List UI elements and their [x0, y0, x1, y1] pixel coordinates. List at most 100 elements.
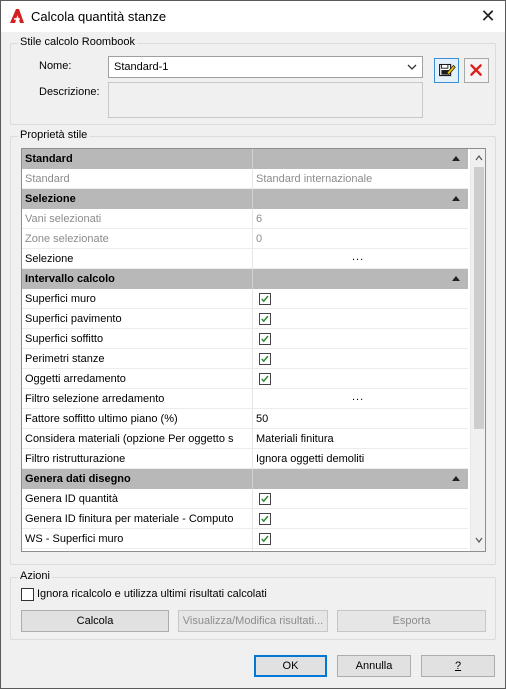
property-name: Fattore soffitto ultimo piano (%): [25, 413, 178, 425]
grid-category-row[interactable]: Genera dati disegno: [22, 469, 468, 489]
grid-property-row[interactable]: Genera ID quantità: [22, 489, 468, 509]
column-divider: [252, 269, 253, 289]
grid-property-row[interactable]: Superfici muro: [22, 289, 468, 309]
props-group-legend: Proprietà stile: [18, 129, 90, 141]
actions-group-legend: Azioni: [18, 570, 52, 582]
ok-button[interactable]: OK: [254, 655, 327, 677]
view-edit-results-button[interactable]: Visualizza/Modifica risultati...: [178, 610, 328, 632]
save-edit-icon: [439, 63, 456, 77]
column-divider: [252, 309, 253, 329]
property-checkbox[interactable]: [259, 373, 271, 385]
title-bar: Calcola quantità stanze ✕: [1, 1, 505, 32]
category-label: Standard: [25, 153, 73, 165]
grid-property-row[interactable]: Filtro selezione arredamento...: [22, 389, 468, 409]
ignore-recalc-label[interactable]: Ignora ricalcolo e utilizza ultimi risul…: [37, 588, 267, 600]
grid-category-row[interactable]: Selezione: [22, 189, 468, 209]
help-label: ?: [454, 660, 462, 672]
calculate-button[interactable]: Calcola: [21, 610, 169, 632]
delete-style-button[interactable]: [464, 58, 489, 83]
column-divider: [252, 369, 253, 389]
collapse-arrow-icon[interactable]: [452, 156, 460, 161]
property-value: 6: [256, 213, 263, 225]
property-value: Standard internazionale: [256, 173, 373, 185]
grid-property-row[interactable]: Vani selezionati 6: [22, 209, 468, 229]
grid-property-row[interactable]: Superfici soffitto: [22, 329, 468, 349]
chevron-down-icon: [407, 64, 417, 70]
grid-property-row[interactable]: WS - Superfici muro: [22, 529, 468, 549]
grid-property-row[interactable]: FS - Superfici pavimento: [22, 549, 468, 551]
column-divider: [252, 329, 253, 349]
collapse-arrow-icon[interactable]: [452, 476, 460, 481]
grid-property-row[interactable]: Genera ID finitura per materiale - Compu…: [22, 509, 468, 529]
name-label: Nome:: [39, 60, 72, 72]
autocad-logo-icon: [10, 9, 24, 23]
close-button[interactable]: ✕: [471, 1, 505, 32]
property-name: Considera materiali (opzione Per oggetto…: [25, 433, 234, 445]
column-divider: [252, 549, 253, 551]
grid-property-row[interactable]: Considera materiali (opzione Per oggetto…: [22, 429, 468, 449]
grid-category-row[interactable]: Standard: [22, 149, 468, 169]
category-label: Selezione: [25, 193, 76, 205]
ignore-recalc-checkbox[interactable]: [21, 588, 34, 601]
check-icon: [261, 375, 269, 383]
property-name: Perimetri stanze: [25, 353, 105, 365]
grid-property-row[interactable]: Selezione...: [22, 249, 468, 269]
property-name: WS - Superfici muro: [25, 533, 124, 545]
grid-property-row[interactable]: Superfici pavimento: [22, 309, 468, 329]
property-value[interactable]: Ignora oggetti demoliti: [256, 453, 364, 465]
collapse-arrow-icon[interactable]: [452, 196, 460, 201]
property-checkbox[interactable]: [259, 293, 271, 305]
column-divider: [252, 429, 253, 449]
column-divider: [252, 209, 253, 229]
check-icon: [261, 515, 269, 523]
property-name: Genera ID quantità: [25, 493, 118, 505]
save-style-button[interactable]: [434, 58, 459, 83]
grid-property-row[interactable]: Standard Standard internazionale: [22, 169, 468, 189]
property-name: Vani selezionati: [25, 213, 102, 225]
grid-property-row[interactable]: Filtro ristrutturazione Ignora oggetti de…: [22, 449, 468, 469]
check-icon: [261, 335, 269, 343]
export-button[interactable]: Esporta: [337, 610, 486, 632]
property-value[interactable]: 50: [256, 413, 268, 425]
check-icon: [261, 355, 269, 363]
property-checkbox[interactable]: [259, 333, 271, 345]
style-group-legend: Stile calcolo Roombook: [18, 36, 137, 48]
property-checkbox[interactable]: [259, 313, 271, 325]
property-checkbox[interactable]: [259, 493, 271, 505]
column-divider: [252, 529, 253, 549]
grid-category-row[interactable]: Intervallo calcolo: [22, 269, 468, 289]
property-checkbox[interactable]: [259, 533, 271, 545]
property-name: Filtro ristrutturazione: [25, 453, 126, 465]
grid-property-row[interactable]: Oggetti arredamento: [22, 369, 468, 389]
property-name: Filtro selezione arredamento: [25, 393, 165, 405]
scroll-down-icon[interactable]: [475, 537, 483, 543]
delete-icon: [470, 64, 482, 76]
grid-property-row[interactable]: Fattore soffitto ultimo piano (%) 50: [22, 409, 468, 429]
property-checkbox[interactable]: [259, 513, 271, 525]
check-icon: [261, 535, 269, 543]
description-label: Descrizione:: [39, 86, 100, 98]
property-name: Selezione: [25, 253, 74, 265]
help-button[interactable]: ?: [421, 655, 495, 677]
description-field[interactable]: [108, 82, 423, 118]
check-icon: [261, 315, 269, 323]
property-name: Superfici pavimento: [25, 313, 122, 325]
scrollbar-thumb[interactable]: [474, 167, 484, 429]
ellipsis-button[interactable]: ...: [352, 391, 364, 403]
property-grid[interactable]: FS - Superfici pavimento WS - Superfici m…: [21, 148, 486, 552]
property-checkbox[interactable]: [259, 353, 271, 365]
column-divider: [252, 249, 253, 269]
vertical-scrollbar[interactable]: [470, 149, 485, 551]
scroll-up-icon[interactable]: [475, 155, 483, 161]
column-divider: [252, 449, 253, 469]
ellipsis-button[interactable]: ...: [352, 251, 364, 263]
grid-property-row[interactable]: Zone selezionate 0: [22, 229, 468, 249]
collapse-arrow-icon[interactable]: [452, 276, 460, 281]
style-name-combo[interactable]: Standard-1: [108, 56, 423, 78]
property-name: Zone selezionate: [25, 233, 109, 245]
property-value[interactable]: Materiali finitura: [256, 433, 334, 445]
cancel-button[interactable]: Annulla: [337, 655, 411, 677]
check-icon: [261, 495, 269, 503]
property-name: Standard: [25, 173, 70, 185]
grid-property-row[interactable]: Perimetri stanze: [22, 349, 468, 369]
